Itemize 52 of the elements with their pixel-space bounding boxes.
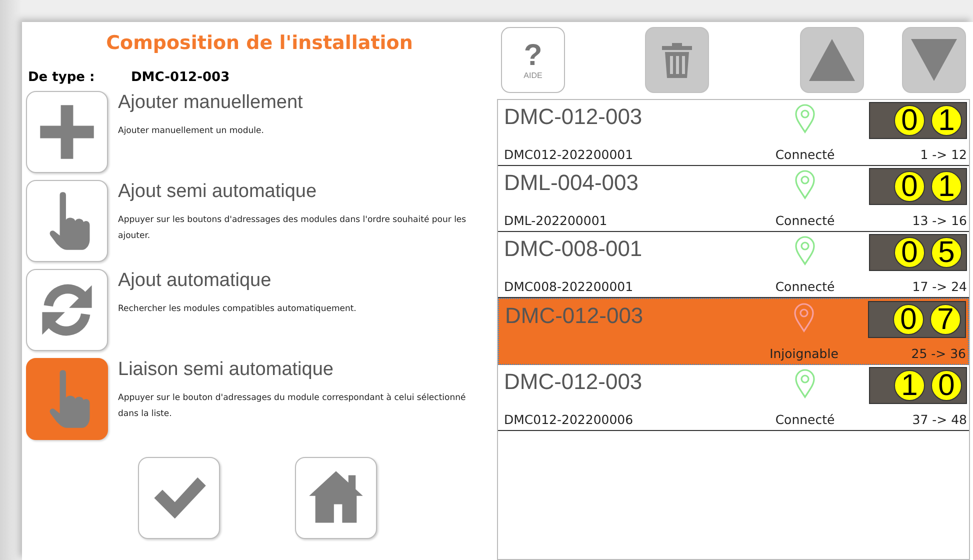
help-icon: ? — [524, 40, 542, 70]
address-digit: 0 — [894, 105, 925, 136]
module-row[interactable]: DMC-012-003 DMC012-202200006 Connecté 1 0 37 -> 48 — [498, 365, 969, 431]
mode-button[interactable] — [26, 180, 108, 262]
mode-description: Ajouter manuellement un module. — [118, 125, 265, 138]
module-name: DML-004-003 — [504, 170, 640, 196]
mode-description: Appuyer sur le bouton d'adressages du module correspondant à celui sélectionné dans la liste. — [118, 392, 467, 421]
confirm-button[interactable] — [138, 457, 220, 539]
module-status: Injoignable — [770, 346, 838, 361]
address-digit: 1 — [931, 105, 962, 136]
module-name: DMC-008-001 — [504, 236, 644, 262]
address-range: 25 -> 36 — [911, 346, 966, 361]
address-digit: 1 — [931, 171, 962, 202]
module-row[interactable]: DMC-008-001 DMC008-202200001 Connecté 0 5 17 -> 24 — [498, 232, 969, 298]
mode-button[interactable] — [26, 91, 108, 173]
address-digit: 7 — [930, 304, 961, 335]
module-serial: DMC012-202200006 — [504, 412, 634, 427]
address-range: 1 -> 12 — [920, 147, 967, 162]
address-digit: 0 — [931, 370, 962, 401]
mode-title: Ajout semi automatique — [118, 181, 318, 203]
address-digit: 1 — [894, 370, 925, 401]
help-button[interactable]: ? AIDE — [501, 27, 565, 93]
module-name: DMC-012-003 — [504, 369, 644, 395]
mode-title: Liaison semi automatique — [118, 359, 334, 381]
home-button[interactable] — [295, 457, 377, 539]
module-name: DMC-012-003 — [505, 303, 644, 329]
module-status: Connecté — [775, 147, 835, 162]
mode-title: Ajouter manuellement — [118, 92, 304, 114]
mode-button[interactable] — [26, 269, 108, 351]
module-serial: DMC008-202200001 — [504, 279, 634, 294]
mode-description: Rechercher les modules compatibles automatiquement. — [118, 303, 358, 316]
type-label: De type : — [28, 70, 96, 85]
module-row[interactable]: DMC-012-003 DMC012-202200001 Connecté 0 1 1 -> 12 — [498, 100, 969, 166]
module-row[interactable]: DML-004-003 DML-202200001 Connecté 0 1 13 -> 16 — [498, 166, 969, 232]
module-status: Connecté — [775, 279, 835, 294]
address-range: 17 -> 24 — [912, 279, 967, 294]
address-digit: 0 — [894, 171, 925, 202]
module-status: Connecté — [775, 213, 835, 228]
module-name: DMC-012-003 — [504, 104, 644, 130]
module-row[interactable]: DMC-012-003 Injoignable 0 7 25 -> 36 — [498, 298, 969, 365]
module-serial: DML-202200001 — [504, 213, 608, 228]
address-digit: 5 — [931, 237, 962, 268]
address-digit: 0 — [893, 304, 924, 335]
module-serial: DMC012-202200001 — [504, 147, 634, 162]
address-range: 13 -> 16 — [912, 213, 967, 228]
mode-description: Appuyer sur les boutons d'adressages des modules dans l'ordre souhaité pour les ajouter. — [118, 214, 468, 243]
mode-title: Ajout automatique — [118, 270, 272, 292]
address-range: 37 -> 48 — [912, 412, 967, 427]
type-value: DMC-012-003 — [131, 70, 230, 85]
address-digit: 0 — [894, 237, 925, 268]
page-title: Composition de l'installation — [105, 32, 414, 54]
module-status: Connecté — [775, 412, 835, 427]
